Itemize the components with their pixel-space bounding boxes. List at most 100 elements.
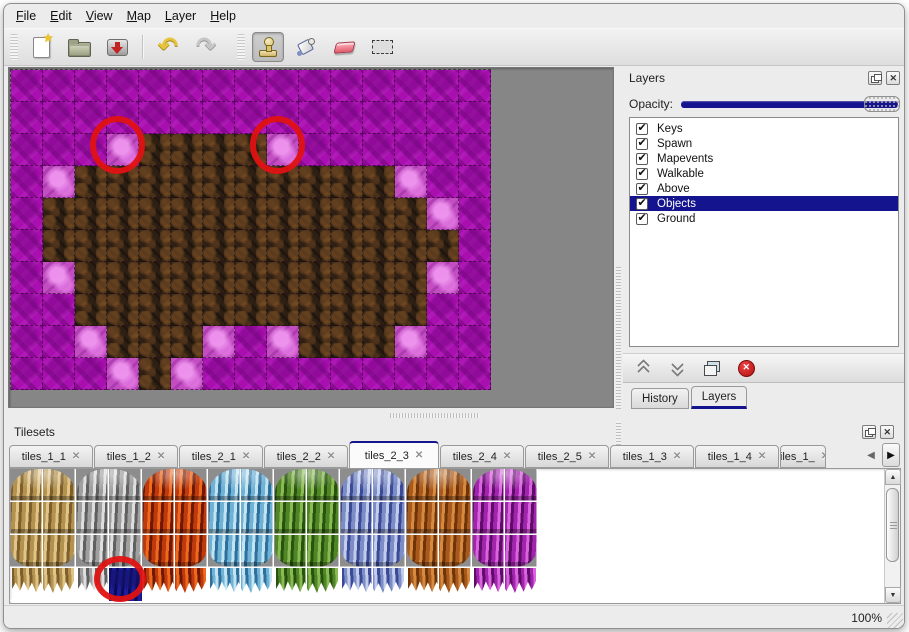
map-tile[interactable] <box>203 102 235 134</box>
map-tile[interactable] <box>299 134 331 166</box>
lower-layer-button[interactable] <box>667 357 689 379</box>
map-tile[interactable] <box>395 166 427 198</box>
menu-item-help[interactable]: Help <box>210 9 236 23</box>
redo-button[interactable]: ↷ <box>190 32 222 62</box>
opacity-slider[interactable] <box>681 95 900 113</box>
tileset-tab[interactable]: tiles_2_4 <box>440 445 524 468</box>
map-tile[interactable] <box>331 326 363 358</box>
scroll-up-icon[interactable]: ▲ <box>885 469 901 485</box>
map-tile[interactable] <box>203 294 235 326</box>
close-tab-icon[interactable] <box>242 451 250 462</box>
map-tile[interactable] <box>267 294 299 326</box>
map-tile[interactable] <box>267 326 299 358</box>
close-panel-icon[interactable] <box>880 425 894 439</box>
raise-layer-button[interactable] <box>633 357 655 379</box>
map-tile[interactable] <box>203 262 235 294</box>
toolbar-grip[interactable] <box>237 34 245 60</box>
opacity-slider-handle[interactable] <box>864 96 900 112</box>
map-tile[interactable] <box>459 326 491 358</box>
map-tile[interactable] <box>363 198 395 230</box>
map-tile[interactable] <box>235 70 267 102</box>
map-tile[interactable] <box>139 326 171 358</box>
map-tile[interactable] <box>11 134 43 166</box>
layer-row[interactable]: Keys <box>630 121 898 136</box>
map-tile[interactable] <box>203 326 235 358</box>
map-tile[interactable] <box>203 134 235 166</box>
map-tile[interactable] <box>139 70 171 102</box>
tileset-tab[interactable]: tiles_2_5 <box>525 445 609 468</box>
map-tile[interactable] <box>459 294 491 326</box>
map-tile[interactable] <box>171 134 203 166</box>
map-tile[interactable] <box>363 134 395 166</box>
select-tool-button[interactable] <box>366 32 398 62</box>
new-map-button[interactable] <box>25 32 57 62</box>
map-tile[interactable] <box>331 70 363 102</box>
map-tile[interactable] <box>139 134 171 166</box>
map-tile[interactable] <box>299 70 331 102</box>
map-tile[interactable] <box>427 102 459 134</box>
toolbar-grip[interactable] <box>10 34 18 60</box>
layer-visibility-checkbox[interactable] <box>636 183 648 195</box>
tileset-group-sky-blue[interactable] <box>208 469 274 601</box>
map-tile[interactable] <box>11 294 43 326</box>
close-panel-icon[interactable] <box>886 71 900 85</box>
map-tile[interactable] <box>299 294 331 326</box>
tileset-tab[interactable]: tiles_1_2 <box>94 445 178 468</box>
map-viewport[interactable] <box>8 67 614 408</box>
map-tile[interactable] <box>427 230 459 262</box>
layer-visibility-checkbox[interactable] <box>636 138 648 150</box>
close-tab-icon[interactable] <box>327 451 335 462</box>
map-tile[interactable] <box>235 358 267 390</box>
menu-item-map[interactable]: Map <box>127 9 151 23</box>
map-tile[interactable] <box>75 230 107 262</box>
map-tile[interactable] <box>75 294 107 326</box>
close-tab-icon[interactable] <box>415 450 423 461</box>
map-tile[interactable] <box>427 70 459 102</box>
menu-item-layer[interactable]: Layer <box>165 9 196 23</box>
vertical-splitter[interactable] <box>615 67 623 408</box>
map-tile[interactable] <box>75 262 107 294</box>
tileset-group-periwinkle[interactable] <box>340 469 406 601</box>
resize-grip[interactable] <box>887 613 903 629</box>
map-tile[interactable] <box>43 102 75 134</box>
map-tile[interactable] <box>395 134 427 166</box>
map-tile[interactable] <box>427 326 459 358</box>
float-panel-icon[interactable] <box>868 71 882 85</box>
map-tile[interactable] <box>267 70 299 102</box>
map-tile[interactable] <box>427 262 459 294</box>
map-tile[interactable] <box>203 230 235 262</box>
map-tile[interactable] <box>299 198 331 230</box>
map-tile[interactable] <box>43 134 75 166</box>
map-tile[interactable] <box>75 102 107 134</box>
map-tile[interactable] <box>267 198 299 230</box>
map-tile[interactable] <box>299 326 331 358</box>
map-tile[interactable] <box>139 294 171 326</box>
close-tab-icon[interactable] <box>72 451 80 462</box>
map-tile[interactable] <box>107 230 139 262</box>
layer-row[interactable]: Ground <box>630 211 898 226</box>
layer-row[interactable]: Above <box>630 181 898 196</box>
scroll-down-icon[interactable]: ▼ <box>885 587 901 603</box>
map-tile[interactable] <box>107 134 139 166</box>
map-tile[interactable] <box>43 198 75 230</box>
map-tile[interactable] <box>363 326 395 358</box>
tileset-tab[interactable]: tiles_1_ <box>780 445 826 468</box>
map-tile[interactable] <box>171 230 203 262</box>
menu-item-edit[interactable]: Edit <box>50 9 72 23</box>
map-tile[interactable] <box>139 358 171 390</box>
map-tile[interactable] <box>171 358 203 390</box>
map-tile[interactable] <box>11 166 43 198</box>
layer-visibility-checkbox[interactable] <box>636 153 648 165</box>
map-tile[interactable] <box>459 166 491 198</box>
map-tile[interactable] <box>395 198 427 230</box>
scroll-tabs-right-button[interactable]: ▶ <box>882 443 900 467</box>
map-tile[interactable] <box>363 262 395 294</box>
tileset-tab[interactable]: tiles_1_1 <box>9 445 93 468</box>
map-tile[interactable] <box>395 262 427 294</box>
tileset-scrollbar[interactable]: ▲ ▼ <box>884 469 900 603</box>
map-tile[interactable] <box>459 230 491 262</box>
map-tile[interactable] <box>43 262 75 294</box>
map-tile[interactable] <box>363 166 395 198</box>
map-tile[interactable] <box>459 262 491 294</box>
tileset-group-tan[interactable] <box>10 469 76 601</box>
